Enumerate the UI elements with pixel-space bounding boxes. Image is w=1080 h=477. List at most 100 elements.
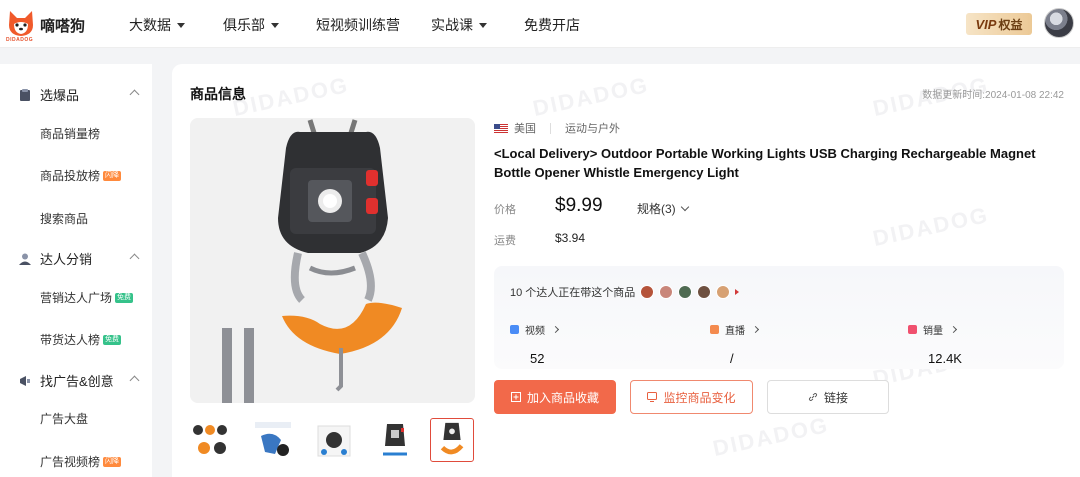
caret-down-icon <box>177 22 185 28</box>
person-icon <box>19 253 31 265</box>
box-icon <box>20 88 30 101</box>
hot-badge: 闪降 <box>103 456 122 467</box>
thumbnail-selected[interactable] <box>430 418 474 462</box>
nav-free-store[interactable]: 免费开店 <box>524 15 580 35</box>
stat-value: 12.4K <box>928 351 962 366</box>
hot-badge: 闪降 <box>103 170 122 181</box>
sidebar-item-seller-rank[interactable]: 带货达人榜 免费 <box>40 331 122 348</box>
stat-label: 直播 <box>725 326 745 337</box>
shipping-value: $3.94 <box>555 231 586 245</box>
link-button[interactable]: 链接 <box>767 380 889 414</box>
divider <box>550 122 551 134</box>
thumbnail-image <box>193 425 227 454</box>
sidebar-group-hot-products[interactable]: 选爆品 <box>18 85 79 104</box>
price-value: $9.99 <box>555 195 603 216</box>
chevron-down-icon <box>680 202 689 212</box>
watermark: DIDADOG <box>710 412 832 461</box>
chevron-right-icon <box>949 325 958 334</box>
shipping-label: 运费 <box>494 235 516 247</box>
multi-tool-light-illustration <box>190 118 475 403</box>
watermark: DIDADOG <box>870 202 992 251</box>
update-time: 数据更新时间:2024-01-08 22:42 <box>922 90 1064 101</box>
nav-label: 俱乐部 <box>223 17 265 33</box>
watermark: DIDADOG <box>530 72 652 121</box>
stat-sales-link[interactable]: 销量 <box>908 322 962 337</box>
vip-benefits-button[interactable]: VIP 权益 <box>966 13 1032 35</box>
spec-label: 规格(3) <box>637 202 676 216</box>
nav-label: 短视频训练营 <box>316 17 400 33</box>
product-title: <Local Delivery> Outdoor Portable Workin… <box>494 146 1036 180</box>
spec-dropdown[interactable]: 规格(3) <box>637 200 689 217</box>
influencer-avatar <box>716 285 731 299</box>
top-navbar: 嘀嗒狗 DIDADOG 大数据 俱乐部 短视频训练营 实战课 免费开店 VIP … <box>0 0 1080 48</box>
nav-label: 大数据 <box>129 17 171 33</box>
influencer-avatar <box>678 285 693 299</box>
nav-big-data[interactable]: 大数据 <box>129 15 185 35</box>
stat-value: / <box>730 351 734 366</box>
sales-icon <box>908 325 917 334</box>
live-icon <box>710 325 719 334</box>
sidebar-item-label: 搜索商品 <box>40 212 89 226</box>
thumbnail[interactable] <box>190 418 234 462</box>
sidebar-item-influencer-plaza[interactable]: 营销达人广场 免费 <box>40 289 134 306</box>
video-icon <box>510 325 519 334</box>
thumbnail-image <box>317 425 351 457</box>
thumbnail[interactable] <box>373 418 417 462</box>
brand-subtitle: DIDADOG <box>6 37 34 43</box>
product-meta-row: 美国 运动与户外 <box>494 120 620 136</box>
stat-videos-link[interactable]: 视频 <box>510 322 560 337</box>
sidebar-item-ad-overview[interactable]: 广告大盘 <box>40 410 88 427</box>
play-arrow-icon <box>735 289 740 295</box>
stat-videos: 视频 52 <box>510 322 560 366</box>
sidebar-item-label: 商品销量榜 <box>40 127 101 141</box>
chevron-up-icon[interactable] <box>129 89 140 100</box>
category-label: 运动与户外 <box>565 123 620 135</box>
stat-live-link[interactable]: 直播 <box>710 322 760 337</box>
chevron-up-icon[interactable] <box>129 375 140 386</box>
monitor-product-button[interactable]: 监控商品变化 <box>630 380 753 414</box>
sidebar-item-label: 带货达人榜 <box>40 333 101 347</box>
product-main-image[interactable] <box>190 118 475 403</box>
user-avatar[interactable] <box>1044 8 1074 38</box>
sidebar-group-label: 选爆品 <box>40 88 80 103</box>
link-icon <box>808 393 818 401</box>
nav-short-video-camp[interactable]: 短视频训练营 <box>316 15 400 35</box>
thumbnail[interactable] <box>251 418 295 462</box>
sidebar-item-label: 广告视频榜 <box>40 455 101 469</box>
dog-logo-icon <box>9 11 33 36</box>
watermark: DIDADOG <box>230 72 352 121</box>
monitor-icon <box>647 392 658 402</box>
sidebar-group-influencer[interactable]: 达人分销 <box>18 249 92 268</box>
stat-label: 视频 <box>525 326 545 337</box>
nav-practical-course[interactable]: 实战课 <box>431 15 487 35</box>
caret-down-icon <box>271 22 279 28</box>
sidebar-item-label: 商品投放榜 <box>40 169 101 183</box>
brand-name: 嘀嗒狗 <box>40 18 86 35</box>
thumbnail[interactable] <box>312 418 356 462</box>
sidebar: 选爆品 商品销量榜 商品投放榜 闪降 搜索商品 达人分销 营销达人广场 免费 带货达… <box>0 64 152 477</box>
chevron-right-icon <box>551 325 560 334</box>
sidebar-item-ad-video-rank[interactable]: 广告视频榜 闪降 <box>40 453 122 470</box>
product-info-panel: DIDADOG DIDADOG DIDADOG DIDADOG DIDADOG … <box>172 64 1080 477</box>
chevron-right-icon <box>751 325 760 334</box>
brand-logo[interactable]: 嘀嗒狗 DIDADOG <box>6 8 90 43</box>
add-to-favorites-button[interactable]: 加入商品收藏 <box>494 380 616 414</box>
nav-club[interactable]: 俱乐部 <box>223 15 279 35</box>
button-label: 加入商品收藏 <box>526 390 599 405</box>
sidebar-group-label: 达人分销 <box>40 252 93 267</box>
plus-square-icon <box>510 392 521 402</box>
megaphone-icon <box>20 375 30 386</box>
button-label: 监控商品变化 <box>663 390 736 405</box>
sidebar-item-sales-rank[interactable]: 商品销量榜 <box>40 125 100 142</box>
thumbnail-strip <box>190 418 480 464</box>
stat-value: 52 <box>530 351 545 366</box>
button-label: 链接 <box>823 390 848 405</box>
vip-label: 权益 <box>998 17 1023 32</box>
nav-label: 免费开店 <box>524 17 580 33</box>
sidebar-item-search-products[interactable]: 搜索商品 <box>40 210 88 227</box>
sidebar-group-label: 找广告&创意 <box>40 374 114 389</box>
sidebar-group-ads[interactable]: 找广告&创意 <box>18 371 114 390</box>
influencer-header[interactable]: 10 个达人正在带这个商品 <box>510 284 740 300</box>
chevron-up-icon[interactable] <box>129 253 140 264</box>
sidebar-item-ad-rank[interactable]: 商品投放榜 闪降 <box>40 167 122 184</box>
